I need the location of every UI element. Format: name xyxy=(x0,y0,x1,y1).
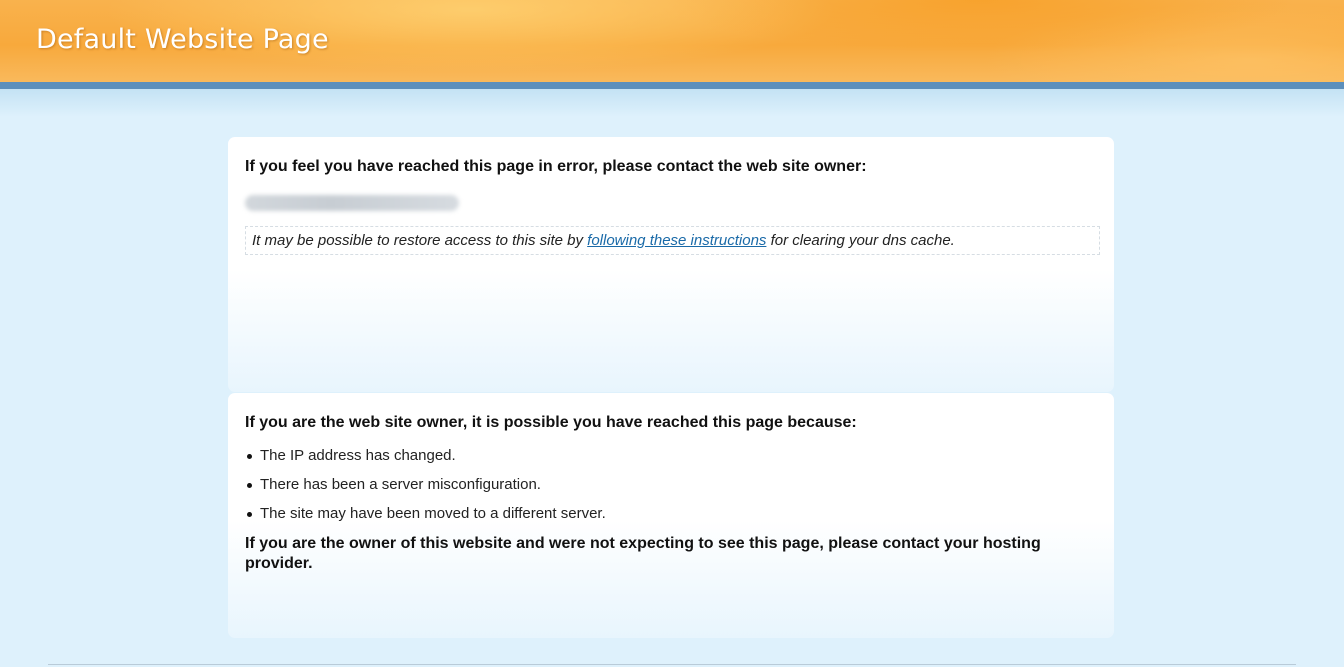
header-shadow xyxy=(0,89,1344,117)
site-owner-panel: If you are the web site owner, it is pos… xyxy=(228,393,1114,638)
list-item: The site may have been moved to a differ… xyxy=(247,505,1100,523)
footer-divider xyxy=(48,664,1296,665)
page-title: Default Website Page xyxy=(36,24,329,55)
owner-email-redacted xyxy=(245,195,459,211)
dns-instructions-link[interactable]: following these instructions xyxy=(587,232,766,249)
error-contact-panel: If you feel you have reached this page i… xyxy=(228,137,1114,392)
page-header: Default Website Page xyxy=(0,0,1344,82)
hosting-provider-note: If you are the owner of this website and… xyxy=(245,535,1041,572)
dns-note-prefix: It may be possible to restore access to … xyxy=(252,232,588,249)
error-contact-heading: If you feel you have reached this page i… xyxy=(245,158,867,175)
reasons-list: The IP address has changed. There has be… xyxy=(245,447,1100,523)
header-divider-bar xyxy=(0,82,1344,89)
site-owner-heading: If you are the web site owner, it is pos… xyxy=(245,414,857,431)
dns-cache-note: It may be possible to restore access to … xyxy=(245,226,1100,255)
dns-note-suffix: for clearing your dns cache. xyxy=(766,232,955,249)
list-item: There has been a server misconfiguration… xyxy=(247,476,1100,494)
list-item: The IP address has changed. xyxy=(247,447,1100,465)
